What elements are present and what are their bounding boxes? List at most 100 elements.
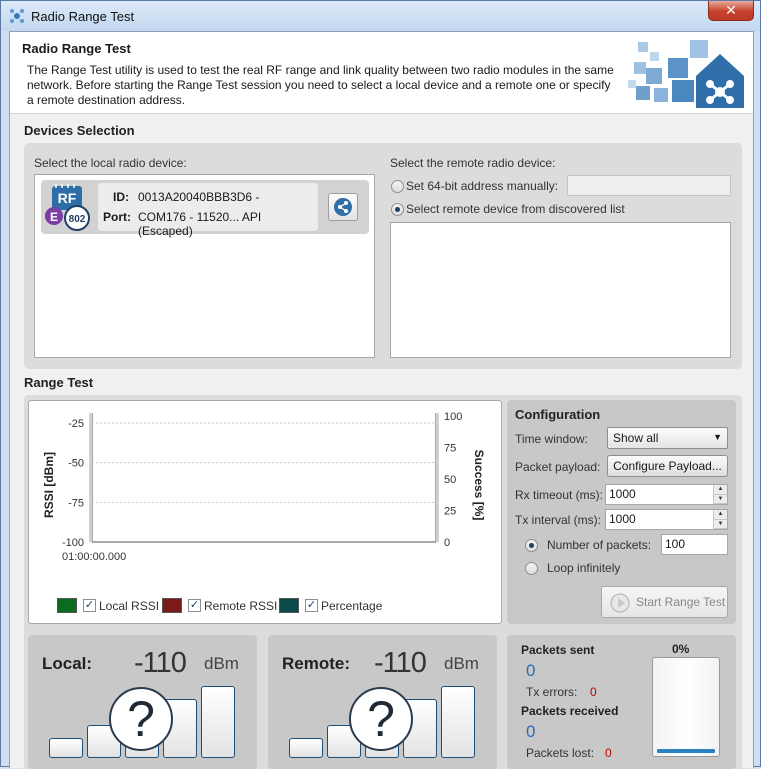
- badge-802-text: 802: [69, 214, 86, 225]
- discovered-list-radio[interactable]: [391, 203, 404, 216]
- rx-timeout-field[interactable]: 1000 ▲ ▼: [605, 484, 728, 505]
- spin-up-icon[interactable]: ▲: [714, 510, 727, 520]
- devices-section-title: Devices Selection: [24, 123, 135, 138]
- time-window-select[interactable]: Show all ▼: [607, 427, 728, 449]
- progress-bar: [652, 657, 720, 757]
- close-button[interactable]: ✕: [708, 1, 754, 21]
- page-description: The Range Test utility is used to test t…: [27, 63, 614, 107]
- manual-address-field[interactable]: [567, 175, 731, 196]
- time-window-value: Show all: [613, 431, 659, 445]
- xbee-802-icon: RF E 802: [45, 184, 90, 231]
- configuration-title: Configuration: [515, 407, 601, 422]
- network-discover-icon: [334, 198, 352, 216]
- device-info: ID: 0013A20040BBB3D6 - Port: COM176 - 11…: [98, 183, 318, 238]
- local-device-card[interactable]: RF E 802 ID: 0013A20040BBB3D6 - Port: CO…: [41, 180, 369, 238]
- range-test-window: Radio Range Test ✕ Radio Range Test The …: [0, 0, 761, 769]
- y-tick-label: -50: [68, 458, 84, 470]
- chevron-down-icon: ▼: [713, 432, 722, 442]
- local-gauge: Local: -110 dBm ?: [28, 635, 257, 769]
- percentage-swatch: [279, 598, 299, 613]
- network-logo-icon: [628, 40, 744, 108]
- close-icon: ✕: [725, 2, 737, 18]
- rx-timeout-value: 1000: [609, 487, 636, 501]
- spin-down-icon[interactable]: ▼: [714, 519, 727, 529]
- signal-bar-1: [49, 738, 83, 758]
- packets-panel: Packets sent 0 Tx errors: 0 Packets rece…: [507, 635, 736, 769]
- local-gauge-title: Local:: [42, 654, 93, 673]
- y2-tick-label: 75: [444, 443, 456, 455]
- manual-address-radio[interactable]: [391, 180, 404, 193]
- tx-interval-field[interactable]: 1000 ▲ ▼: [605, 509, 728, 530]
- signal-bar-5: [441, 686, 475, 758]
- title-bar[interactable]: Radio Range Test ✕: [1, 1, 760, 31]
- percentage-legend-label: Percentage: [321, 599, 383, 613]
- local-rssi-value: -110: [134, 647, 187, 679]
- tx-interval-value: 1000: [609, 512, 636, 526]
- signal-bar-1: [289, 738, 323, 758]
- remote-gauge-title: Remote:: [282, 654, 351, 673]
- y2-tick-label: 50: [444, 474, 456, 486]
- unknown-signal-icon: ?: [109, 687, 173, 751]
- progress-fill: [657, 749, 715, 753]
- device-port-value: COM176 - 11520... API (Escaped): [138, 210, 262, 238]
- discover-devices-button[interactable]: [328, 193, 358, 221]
- range-test-section-title: Range Test: [24, 375, 94, 390]
- local-rssi-legend-label: Local RSSI: [99, 599, 160, 613]
- remote-gauge: Remote: -110 dBm ?: [268, 635, 497, 769]
- time-window-label: Time window:: [515, 432, 588, 446]
- start-range-test-label: Start Range Test: [636, 595, 726, 609]
- remote-device-list[interactable]: [390, 222, 731, 358]
- header-banner: Radio Range Test The Range Test utility …: [10, 32, 753, 114]
- remote-rssi-legend-label: Remote RSSI: [204, 599, 278, 613]
- y-tick-label: -25: [68, 418, 84, 430]
- spin-up-icon[interactable]: ▲: [714, 485, 727, 495]
- device-id-key: ID:: [113, 190, 129, 204]
- local-rssi-unit: dBm: [204, 654, 239, 673]
- x-tick-label: 01:00:00.000: [62, 551, 127, 563]
- y-axis-bar: [89, 413, 92, 542]
- y2-axis-label: Success [%]: [472, 450, 486, 521]
- app-icon: [10, 9, 24, 23]
- packet-payload-label: Packet payload:: [515, 460, 601, 474]
- y2-tick-label: 100: [444, 411, 462, 423]
- packets-sent-value: 0: [526, 661, 536, 680]
- loop-infinitely-radio[interactable]: [525, 562, 538, 575]
- signal-bar-5: [201, 686, 235, 758]
- configuration-panel: Configuration Time window: Show all ▼ Pa…: [507, 400, 736, 624]
- loop-infinitely-label: Loop infinitely: [547, 561, 621, 575]
- packets-sent-label: Packets sent: [521, 643, 595, 657]
- y2-axis-bar: [436, 413, 439, 542]
- packets-received-label: Packets received: [521, 704, 619, 718]
- configure-payload-button[interactable]: Configure Payload...: [607, 455, 728, 477]
- rx-timeout-spinner[interactable]: ▲ ▼: [713, 485, 727, 504]
- manual-address-label: Set 64-bit address manually:: [406, 179, 559, 193]
- progress-percent-label: 0%: [672, 642, 690, 656]
- client-area: Radio Range Test The Range Test utility …: [9, 31, 754, 769]
- local-rssi-checkbox[interactable]: ✓: [83, 599, 96, 612]
- window-title: Radio Range Test: [31, 9, 135, 24]
- local-device-list[interactable]: RF E 802 ID: 0013A20040BBB3D6 - Port: CO…: [34, 174, 375, 358]
- number-of-packets-field[interactable]: 100: [661, 534, 728, 555]
- start-range-test-button[interactable]: Start Range Test: [601, 586, 728, 618]
- rx-timeout-label: Rx timeout (ms):: [515, 488, 604, 502]
- remote-rssi-checkbox[interactable]: ✓: [188, 599, 201, 612]
- local-rssi-swatch: [57, 598, 77, 613]
- number-of-packets-radio[interactable]: [525, 539, 538, 552]
- remote-rssi-value: -110: [374, 647, 427, 679]
- tx-interval-spinner[interactable]: ▲ ▼: [713, 510, 727, 529]
- device-port-key: Port:: [103, 210, 131, 224]
- chart-box: -25 -50 -75 -100 100 75 50 25 0 RSSI [dBm] Succe…: [28, 400, 502, 624]
- remote-rssi-swatch: [162, 598, 182, 613]
- tx-errors-label: Tx errors:: [526, 685, 578, 699]
- spin-down-icon[interactable]: ▼: [714, 494, 727, 504]
- devices-panel: Select the local radio device: RF E 802: [24, 143, 742, 369]
- percentage-checkbox[interactable]: ✓: [305, 599, 318, 612]
- tx-interval-label: Tx interval (ms):: [515, 513, 602, 527]
- local-device-label: Select the local radio device:: [34, 156, 187, 170]
- remote-rssi-unit: dBm: [444, 654, 479, 673]
- tx-errors-value: 0: [590, 685, 597, 699]
- y2-tick-label: 0: [444, 537, 450, 549]
- packets-lost-value: 0: [605, 746, 612, 760]
- page-title: Radio Range Test: [22, 41, 131, 56]
- number-of-packets-label: Number of packets:: [547, 538, 652, 552]
